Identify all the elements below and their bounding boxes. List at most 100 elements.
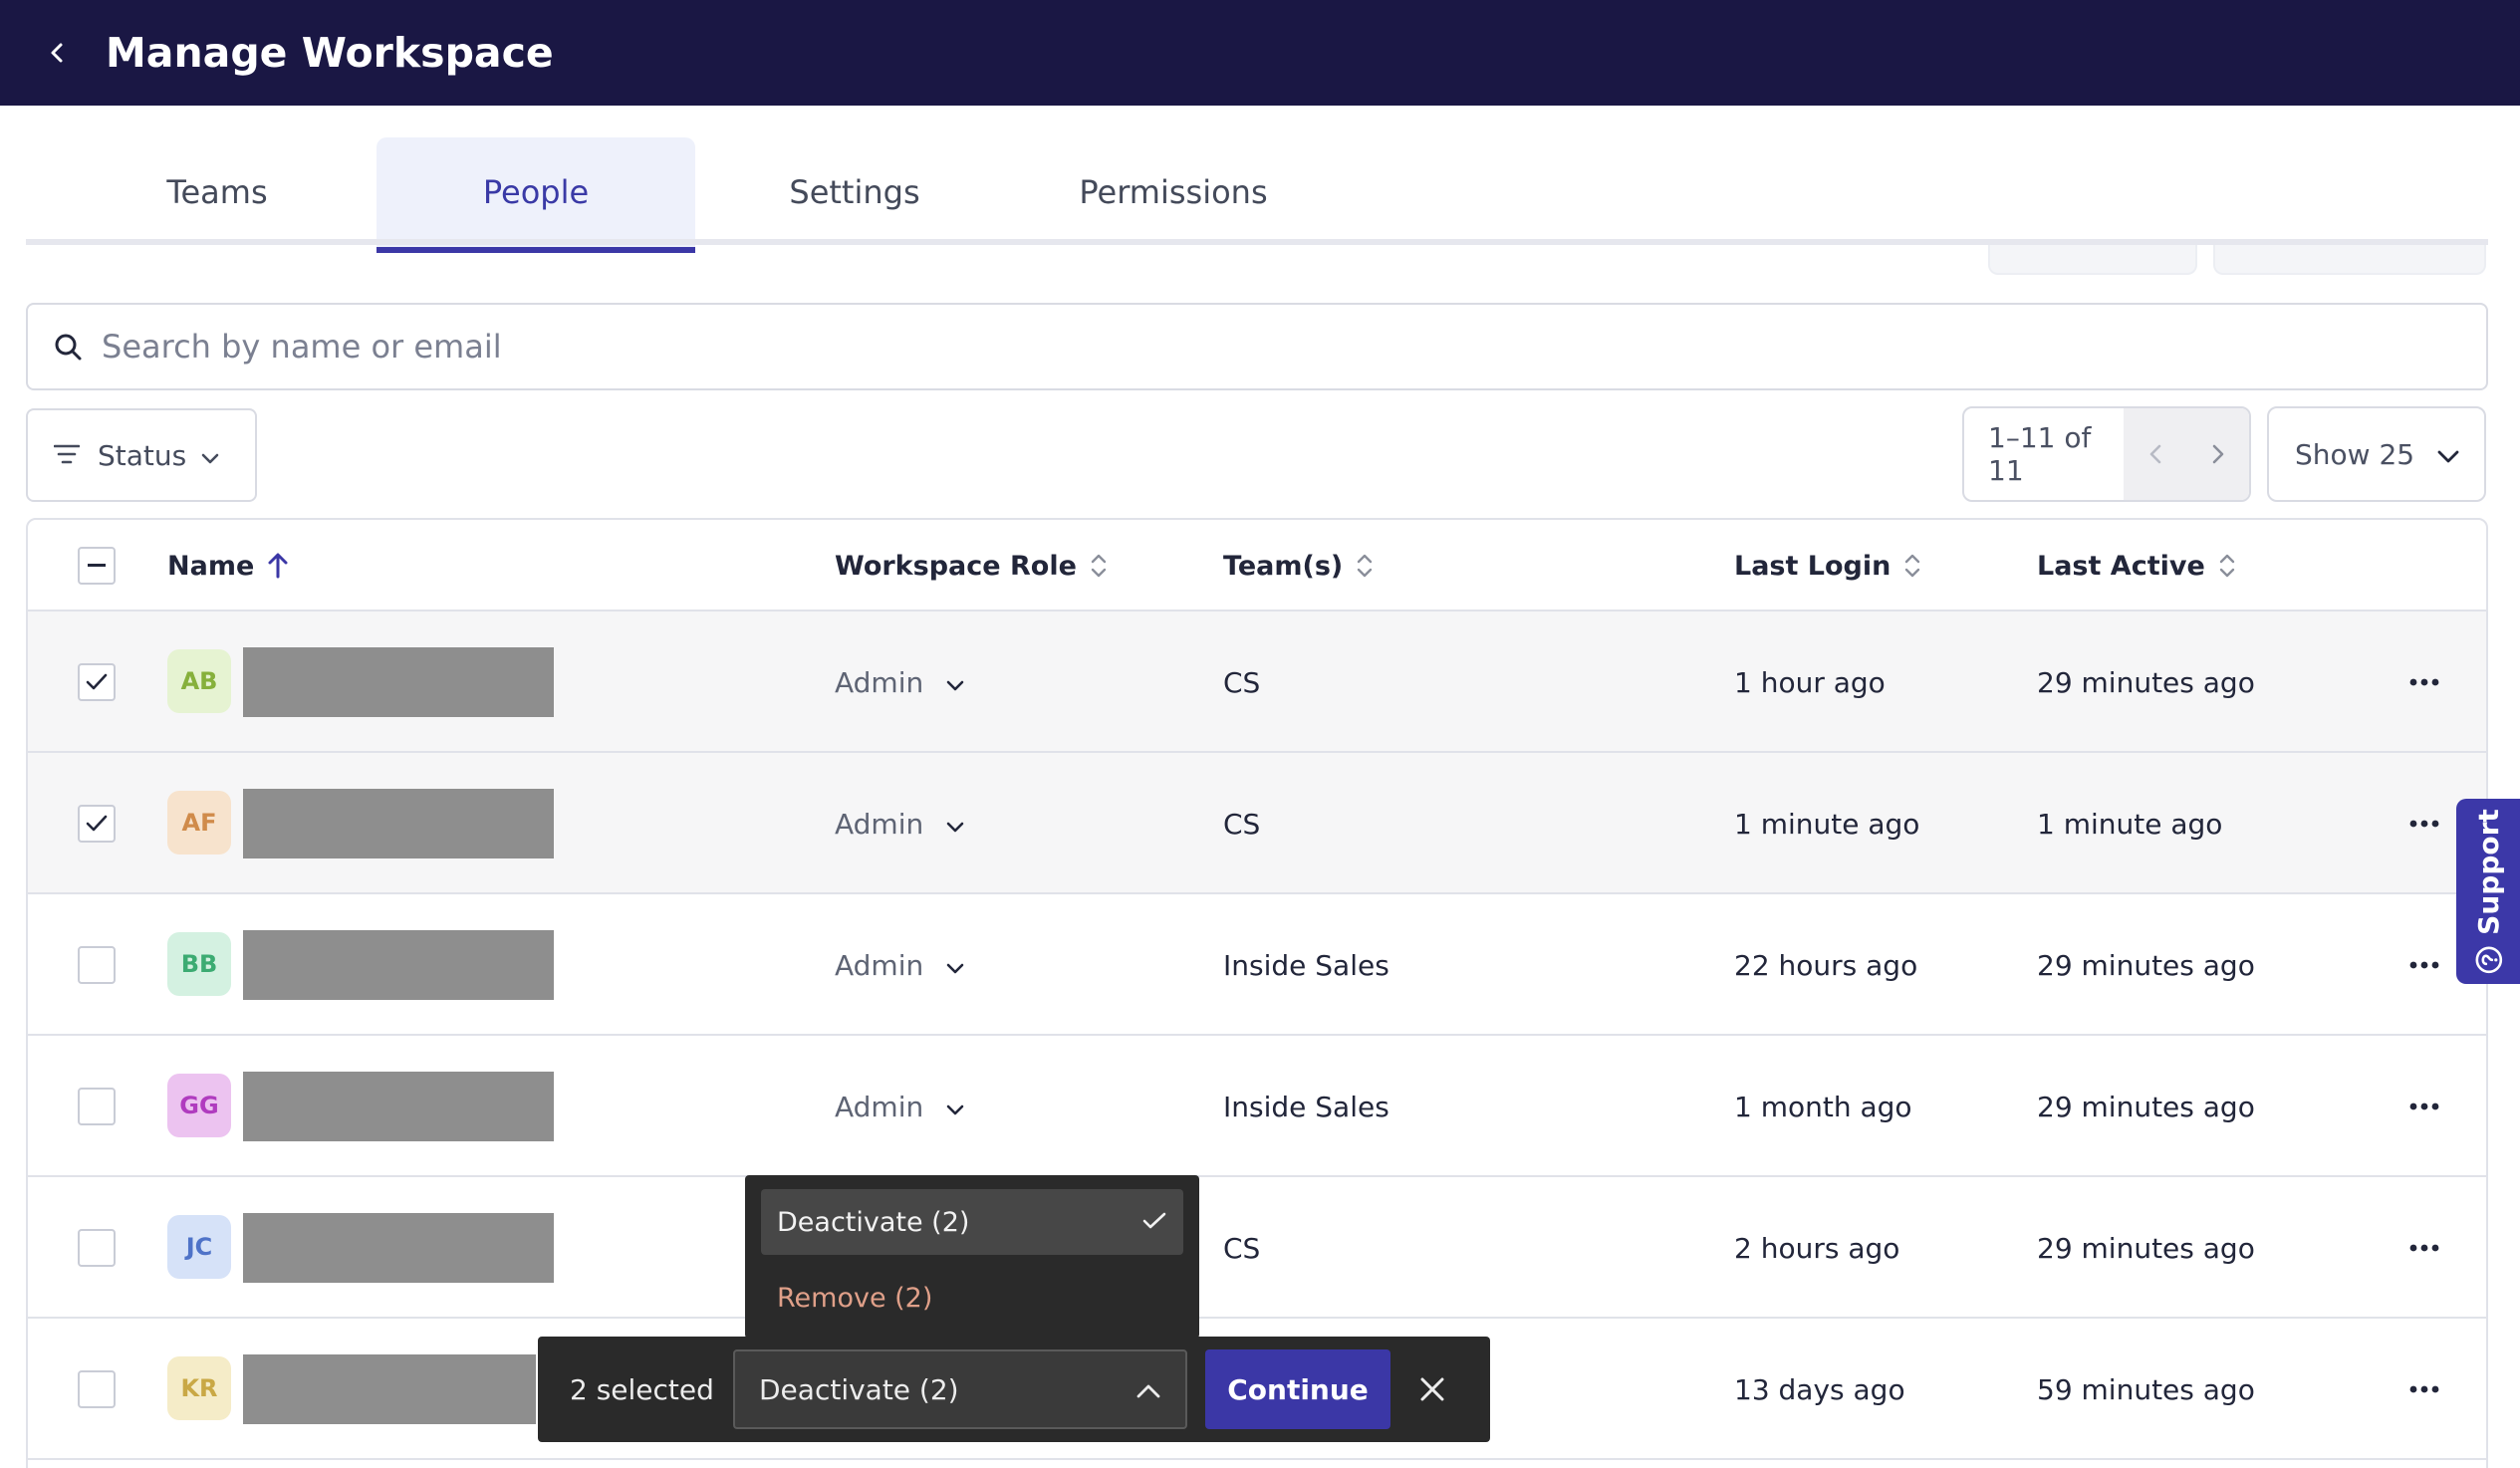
team-cell: CS [1223,665,1261,699]
last-login-cell: 22 hours ago [1734,948,1918,982]
avatar: AB [167,649,231,713]
top-bar: Manage Workspace [0,0,2520,106]
last-login-cell: 1 hour ago [1734,665,1886,699]
bulk-action-select[interactable]: Deactivate (2) [733,1349,1187,1429]
support-button[interactable]: Support [2456,799,2520,984]
row-checkbox[interactable] [78,1370,116,1408]
redacted-name [243,789,554,858]
table-row[interactable]: BB Admin Inside Sales 22 hours ago 29 mi… [28,894,2486,1036]
obscured-toolbar-button [1988,245,2197,275]
last-active-cell: 29 minutes ago [2037,948,2255,982]
workspace-role-dropdown[interactable]: Admin [835,753,965,894]
more-options-icon[interactable] [2404,1369,2444,1409]
check-icon [1141,1207,1167,1238]
row-checkbox[interactable] [78,805,116,843]
pagination: 1–11 of 11 [1962,406,2251,502]
row-checkbox[interactable] [78,1088,116,1125]
last-login-cell: 1 month ago [1734,1090,1912,1123]
tab-people[interactable]: People [377,137,695,253]
select-all-checkbox[interactable] [78,547,116,585]
last-active-cell: 29 minutes ago [2037,1231,2255,1265]
team-cell: Inside Sales [1223,1090,1389,1123]
chevron-down-icon [945,666,965,699]
redacted-name [243,1213,554,1283]
menu-item-remove[interactable]: Remove (2) [761,1265,1183,1331]
people-table: Name Workspace Role Team(s) Last Login L… [26,518,2488,1468]
avatar: AF [167,791,231,855]
row-checkbox[interactable] [78,1229,116,1267]
table-row[interactable]: GG Admin Inside Sales 1 month ago 29 min… [28,1036,2486,1177]
last-active-cell: 29 minutes ago [2037,665,2255,699]
status-filter-label: Status [98,438,187,472]
chevron-down-icon [945,1091,965,1123]
tab-permissions[interactable]: Permissions [1014,137,1333,247]
more-options-icon[interactable] [2404,1087,2444,1126]
role-value: Admin [835,948,924,982]
menu-item-label: Remove (2) [777,1282,933,1314]
column-header-label: Workspace Role [835,550,1077,582]
close-icon[interactable] [1410,1367,1454,1411]
column-header-label: Last Login [1734,550,1891,582]
column-header-label: Name [167,550,255,582]
check-icon [86,815,108,832]
avatar: JC [167,1215,231,1279]
bulk-action-selected-value: Deactivate (2) [759,1372,959,1406]
page-title: Manage Workspace [106,29,554,77]
help-circle-icon [2473,944,2503,974]
more-options-icon[interactable] [2404,945,2444,985]
column-header-workspace-role[interactable]: Workspace Role [835,520,1109,612]
team-cell: CS [1223,1231,1261,1265]
next-page-button[interactable] [2198,434,2238,474]
sort-icon [1355,551,1375,581]
chevron-up-icon [1135,1373,1161,1406]
pagination-range: 1–11 of 11 [1988,421,2092,487]
column-header-teams[interactable]: Team(s) [1223,520,1375,612]
last-active-cell: 29 minutes ago [2037,1090,2255,1123]
redacted-name [243,1354,536,1424]
table-row[interactable]: AB Admin CS 1 hour ago 29 minutes ago [28,612,2486,753]
continue-button[interactable]: Continue [1205,1349,1390,1429]
status-filter-button[interactable]: Status [26,408,257,502]
back-button[interactable] [28,23,88,83]
more-options-icon[interactable] [2404,804,2444,844]
chevron-left-icon [51,43,63,63]
sort-icon [1089,551,1109,581]
last-active-cell: 1 minute ago [2037,807,2223,841]
table-row[interactable]: JC CS 2 hours ago 29 minutes ago [28,1177,2486,1319]
row-checkbox[interactable] [78,946,116,984]
arrow-up-icon [266,552,290,580]
tab-settings[interactable]: Settings [695,137,1014,247]
menu-item-deactivate[interactable]: Deactivate (2) [761,1189,1183,1255]
bulk-action-bar: 2 selected Deactivate (2) Continue [538,1337,1490,1442]
table-row[interactable]: AF Admin CS 1 minute ago 1 minute ago [28,753,2486,894]
chevron-left-icon [2149,444,2160,464]
column-header-name[interactable]: Name [167,520,290,612]
role-value: Admin [835,807,924,841]
redacted-name [243,930,554,1000]
search-input[interactable] [102,328,2393,366]
last-login-cell: 2 hours ago [1734,1231,1900,1265]
avatar: KR [167,1356,231,1420]
filter-icon [53,439,81,472]
bulk-action-menu: Deactivate (2) Remove (2) [745,1175,1199,1339]
sort-icon [1902,551,1922,581]
tab-teams[interactable]: Teams [58,137,377,247]
check-icon [86,673,108,690]
table-header: Name Workspace Role Team(s) Last Login L… [28,520,2486,612]
more-options-icon[interactable] [2404,662,2444,702]
column-header-last-active[interactable]: Last Active [2037,520,2237,612]
tab-bar: Teams People Settings Permissions [0,137,2520,253]
workspace-role-dropdown[interactable]: Admin [835,612,965,753]
row-checkbox[interactable] [78,663,116,701]
column-header-last-login[interactable]: Last Login [1734,520,1922,612]
more-options-icon[interactable] [2404,1228,2444,1268]
workspace-role-dropdown[interactable]: Admin [835,1036,965,1177]
page-size-select[interactable]: Show 25 [2267,406,2486,502]
redacted-name [243,647,554,717]
chevron-down-icon [2436,438,2460,471]
team-cell: CS [1223,807,1261,841]
column-header-label: Last Active [2037,550,2205,582]
workspace-role-dropdown[interactable]: Admin [835,894,965,1036]
previous-page-button[interactable] [2136,434,2175,474]
last-login-cell: 1 minute ago [1734,807,1920,841]
